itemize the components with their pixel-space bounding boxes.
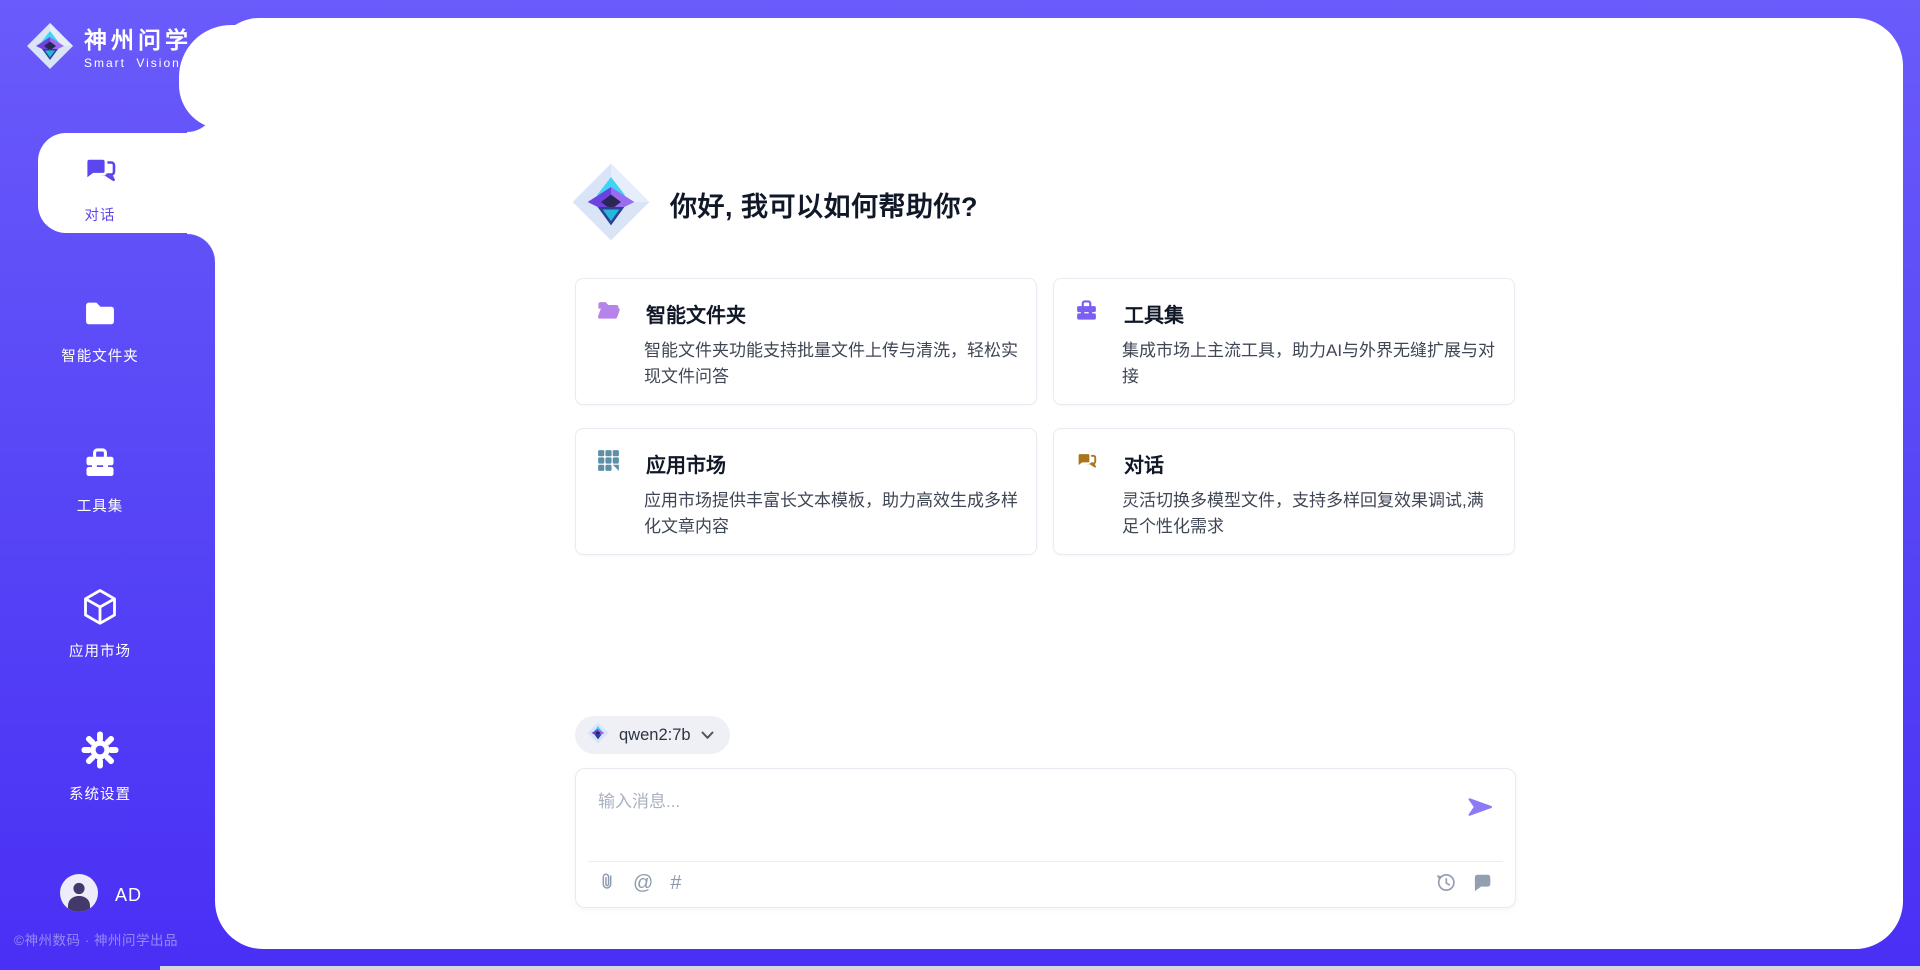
toolbox-icon	[82, 445, 118, 486]
sidebar-item-toolset[interactable]: 工具集	[0, 445, 200, 516]
grid-cube-icon	[596, 448, 621, 478]
chat-bubble-icon	[1472, 872, 1493, 895]
model-name: qwen2:7b	[619, 726, 691, 745]
sidebar-item-settings[interactable]: 系统设置	[0, 731, 200, 804]
composer-right-tools	[1435, 871, 1493, 896]
sidebar-item-label: 工具集	[77, 495, 124, 516]
attach-file-button[interactable]	[598, 870, 616, 895]
tab-fillet-bottom	[187, 233, 216, 262]
composer-left-tools: @ #	[598, 870, 681, 895]
send-icon	[1466, 809, 1494, 824]
message-composer: @ #	[575, 768, 1516, 908]
send-button[interactable]	[1465, 793, 1495, 823]
card-toolset[interactable]: 工具集 集成市场上主流工具，助力AI与外界无缝扩展与对接	[1053, 278, 1515, 405]
card-smart-folder[interactable]: 智能文件夹 智能文件夹功能支持批量文件上传与清洗，轻松实现文件问答	[575, 278, 1037, 405]
feature-cards: 智能文件夹 智能文件夹功能支持批量文件上传与清洗，轻松实现文件问答 工具集 集成…	[575, 278, 1517, 555]
sidebar-item-chat[interactable]: 对话	[0, 150, 200, 225]
app-logo-icon	[26, 22, 74, 75]
copyright-footer: ©神州数码 · 神州问学出品	[14, 929, 178, 949]
sidebar-item-label: 智能文件夹	[61, 345, 139, 366]
gear-icon	[81, 731, 119, 774]
feedback-button[interactable]	[1472, 872, 1493, 895]
folder-icon	[82, 295, 118, 336]
user-account[interactable]: AD	[60, 874, 142, 917]
mention-button[interactable]: @	[633, 873, 653, 893]
card-description: 灵活切换多模型文件，支持多样回复效果调试,满足个性化需求	[1122, 488, 1496, 539]
sidebar-item-label: 系统设置	[69, 783, 131, 804]
app-title: 神州问学	[84, 27, 192, 53]
greeting-logo-icon	[571, 162, 651, 247]
toolbox-icon	[1074, 298, 1099, 328]
card-app-market[interactable]: 应用市场 应用市场提供丰富长文本模板，助力高效生成多样化文章内容	[575, 428, 1037, 555]
card-description: 智能文件夹功能支持批量文件上传与清洗，轻松实现文件问答	[644, 338, 1018, 389]
sidebar-item-app-market[interactable]: 应用市场	[0, 586, 200, 661]
chat-bubbles-icon	[80, 150, 120, 195]
app-logo: 神州问学 Smart Vision	[26, 22, 192, 75]
model-selector[interactable]: qwen2:7b	[575, 716, 730, 754]
card-title: 工具集	[1124, 299, 1184, 328]
history-button[interactable]	[1435, 871, 1457, 896]
folder-open-icon	[596, 298, 621, 328]
topic-button[interactable]: #	[670, 873, 681, 893]
sidebar-item-smart-folder[interactable]: 智能文件夹	[0, 295, 200, 366]
message-input[interactable]	[596, 785, 1450, 853]
greeting: 你好, 我可以如何帮助你?	[571, 162, 978, 247]
user-name: AD	[115, 885, 142, 906]
card-chat[interactable]: 对话 灵活切换多模型文件，支持多样回复效果调试,满足个性化需求	[1053, 428, 1515, 555]
paperclip-icon	[598, 870, 616, 895]
chevron-down-icon	[701, 726, 714, 745]
app-subtitle: Smart Vision	[84, 56, 192, 70]
app-root: 神州问学 Smart Vision 对话 智能文件夹	[0, 0, 1920, 970]
card-description: 应用市场提供丰富长文本模板，助力高效生成多样化文章内容	[644, 488, 1018, 539]
card-title: 对话	[1124, 449, 1164, 478]
cube-icon	[80, 586, 120, 631]
user-avatar-icon	[60, 874, 98, 917]
card-title: 应用市场	[646, 449, 726, 478]
tab-fillet-top	[187, 104, 216, 133]
hash-icon: #	[670, 873, 681, 893]
sidebar-item-label: 对话	[85, 204, 116, 225]
card-description: 集成市场上主流工具，助力AI与外界无缝扩展与对接	[1122, 338, 1496, 389]
sidebar-item-label: 应用市场	[69, 640, 131, 661]
composer-divider	[588, 861, 1503, 862]
greeting-text: 你好, 我可以如何帮助你?	[670, 185, 978, 224]
card-title: 智能文件夹	[646, 299, 746, 328]
model-diamond-icon	[587, 722, 609, 749]
history-icon	[1435, 871, 1457, 896]
at-icon: @	[633, 873, 653, 893]
window-bottom-edge	[160, 966, 1920, 970]
chat-bubbles-icon	[1074, 448, 1099, 478]
